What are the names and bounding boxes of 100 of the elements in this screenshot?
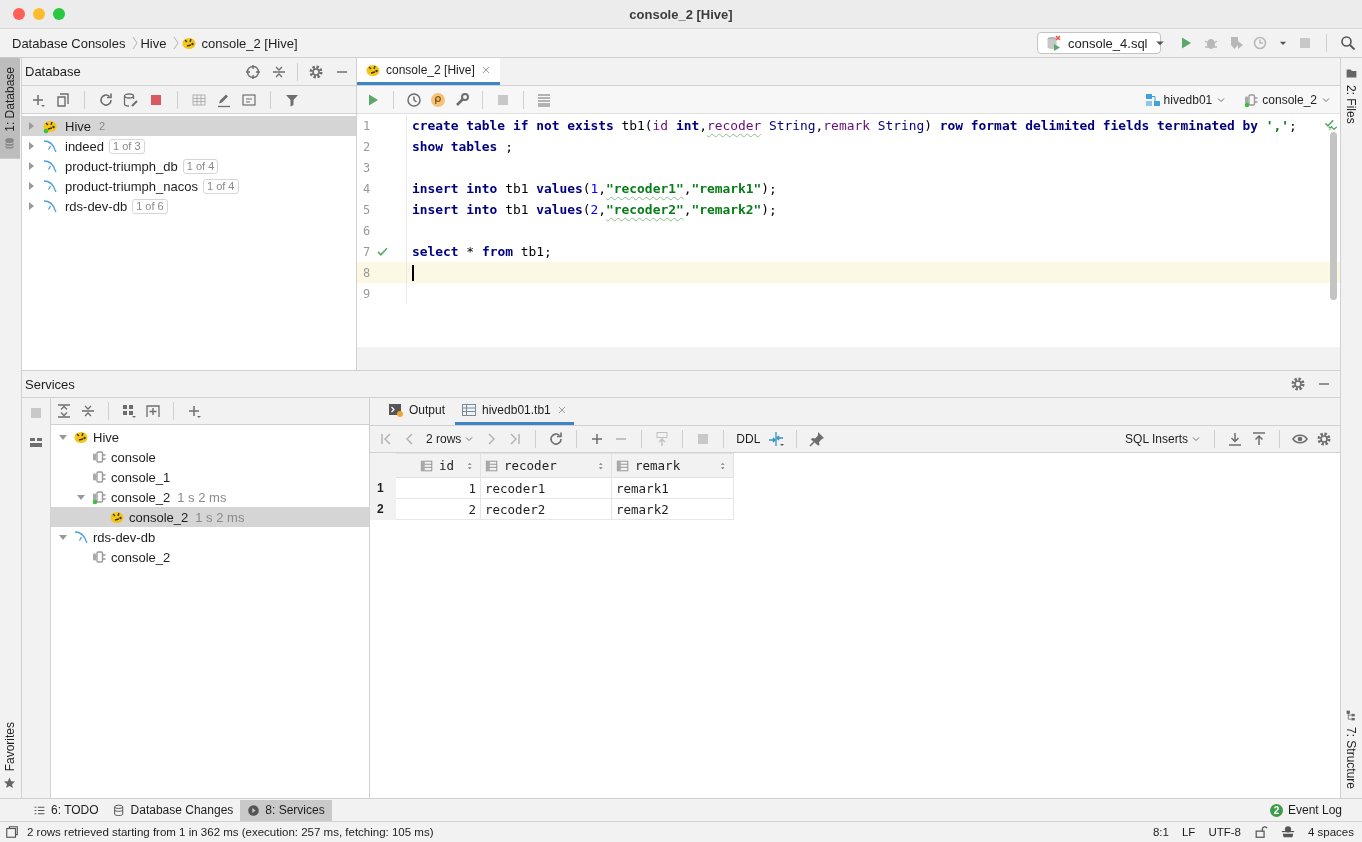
settings-icon[interactable] bbox=[1316, 431, 1332, 447]
table-cell: recoder2 bbox=[480, 498, 612, 520]
chevron-icon bbox=[172, 35, 181, 51]
console-output-icon bbox=[388, 402, 404, 418]
inspector-icon[interactable] bbox=[1280, 825, 1295, 839]
profiler-icon[interactable] bbox=[1253, 35, 1269, 51]
tree-item[interactable]: console bbox=[51, 447, 369, 467]
collapse-all-icon[interactable] bbox=[80, 403, 96, 419]
caret-position[interactable]: 8:1 bbox=[1152, 826, 1169, 838]
settings-icon[interactable] bbox=[308, 63, 324, 80]
tree-item[interactable]: console_2 bbox=[51, 547, 369, 567]
table-cell: remark1 bbox=[611, 477, 734, 499]
item-count: 1 of 3 bbox=[109, 138, 145, 154]
item-count: 1 of 6 bbox=[132, 198, 168, 214]
tree-item[interactable]: rds-dev-db bbox=[51, 527, 369, 547]
table-cell: recoder1 bbox=[480, 477, 612, 499]
tree-item[interactable]: product-triumph_db 1 of 4 bbox=[22, 156, 356, 176]
table-icon[interactable] bbox=[191, 91, 207, 108]
tool-window-button[interactable]: 8: Services bbox=[240, 799, 332, 821]
column-header[interactable]: id bbox=[395, 453, 481, 478]
session-selector[interactable]: console_2 bbox=[1243, 91, 1332, 108]
unlocked-icon[interactable] bbox=[1253, 825, 1268, 839]
database-file-icon bbox=[1046, 35, 1062, 51]
text-cursor bbox=[412, 264, 414, 281]
star-icon bbox=[3, 776, 17, 789]
tree-item[interactable]: indeed 1 of 3 bbox=[22, 136, 356, 156]
locate-icon[interactable] bbox=[245, 63, 261, 80]
line-number: 5 bbox=[363, 202, 371, 217]
indent-setting[interactable]: 4 spaces bbox=[1307, 826, 1354, 838]
refresh-icon[interactable] bbox=[98, 91, 114, 108]
breadcrumb[interactable]: console_2 [Hive] bbox=[181, 35, 298, 51]
row-number: 2 bbox=[370, 498, 396, 520]
refresh-icon[interactable] bbox=[548, 431, 565, 447]
table-cell: remark2 bbox=[611, 498, 734, 520]
result-tab[interactable]: Output bbox=[382, 398, 452, 425]
tree-item[interactable]: Hive 2 bbox=[22, 116, 356, 136]
check-icon bbox=[376, 245, 390, 258]
stop-icon[interactable] bbox=[28, 405, 44, 421]
download-icon[interactable] bbox=[1227, 431, 1243, 447]
coverage-icon[interactable] bbox=[1228, 35, 1244, 51]
code-line: insert into tb1 values(1,"recoder1","remark1"); bbox=[411, 180, 777, 198]
tree-item[interactable]: product-triumph_nacos 1 of 4 bbox=[22, 176, 356, 196]
compare-icon[interactable] bbox=[768, 431, 785, 447]
stop-icon[interactable] bbox=[1297, 35, 1313, 51]
search-icon[interactable] bbox=[1340, 35, 1356, 51]
database-icon bbox=[112, 803, 126, 817]
export-format-dropdown[interactable]: SQL Inserts bbox=[1125, 432, 1202, 446]
tree-item[interactable]: console_2 1 s 2 ms bbox=[51, 507, 369, 527]
history-icon[interactable] bbox=[406, 91, 422, 108]
tool-window-button[interactable]: Database Changes bbox=[105, 799, 241, 821]
editor-tab[interactable]: console_2 [Hive] bbox=[357, 58, 500, 85]
result-tab[interactable]: hivedb01.tb1 bbox=[455, 398, 574, 425]
add-icon[interactable] bbox=[186, 403, 202, 419]
settings-icon[interactable] bbox=[1290, 376, 1306, 392]
expand-all-icon[interactable] bbox=[56, 403, 72, 419]
tool-window-tab[interactable]: Favorites bbox=[0, 712, 20, 798]
event-log-button[interactable]: 2 Event Log bbox=[1269, 803, 1342, 817]
file-encoding[interactable]: UTF-8 bbox=[1208, 826, 1241, 838]
query-console-icon[interactable] bbox=[241, 91, 257, 108]
breadcrumb[interactable]: Database Consoles bbox=[12, 35, 126, 51]
line-number: 2 bbox=[363, 139, 371, 154]
tree-item[interactable]: console_1 bbox=[51, 467, 369, 487]
group-by-icon[interactable] bbox=[121, 403, 137, 419]
tree-item[interactable]: Hive bbox=[51, 427, 369, 447]
column-header[interactable]: remark bbox=[611, 453, 734, 478]
code-line: show tables ; bbox=[411, 138, 513, 156]
ddl-button[interactable]: DDL bbox=[736, 432, 761, 446]
bee-icon bbox=[365, 62, 381, 78]
copy-icon[interactable] bbox=[55, 91, 71, 108]
tool-window-tab[interactable]: 2: Files bbox=[1341, 58, 1361, 133]
tree-item[interactable]: console_2 1 s 2 ms bbox=[51, 487, 369, 507]
line-number: 9 bbox=[363, 286, 371, 301]
tool-window-tab[interactable]: 1: Database bbox=[0, 58, 20, 159]
add-service-icon[interactable] bbox=[145, 403, 161, 419]
wrench-icon[interactable] bbox=[454, 91, 470, 108]
run-configuration-dropdown[interactable]: console_4.sql bbox=[1037, 32, 1161, 54]
pin-icon[interactable] bbox=[809, 431, 826, 447]
parameters-icon[interactable] bbox=[430, 91, 446, 108]
play-circle-icon bbox=[247, 803, 261, 817]
submit-icon[interactable] bbox=[654, 431, 671, 447]
line-separator[interactable]: LF bbox=[1181, 826, 1196, 838]
scrollbar-thumb[interactable] bbox=[1330, 132, 1337, 300]
close-button[interactable] bbox=[13, 8, 25, 20]
tree-item[interactable]: rds-dev-db 1 of 6 bbox=[22, 196, 356, 216]
tool-window-tab[interactable]: 7: Structure bbox=[1341, 699, 1361, 798]
line-number: 8 bbox=[363, 265, 371, 280]
status-message: 2 rows retrieved starting from 1 in 362 ms (execution: 257 ms, fetching: 105 ms) bbox=[27, 826, 435, 838]
folder-icon bbox=[1344, 67, 1358, 80]
column-header[interactable]: recoder bbox=[480, 453, 612, 478]
code-line: insert into tb1 values(2,"recoder2","remark2"); bbox=[411, 201, 777, 219]
breadcrumb[interactable]: Hive bbox=[140, 35, 167, 51]
schema-selector[interactable]: hivedb01 bbox=[1144, 91, 1228, 108]
upload-icon[interactable] bbox=[1251, 431, 1267, 447]
database-tools-icon[interactable] bbox=[123, 91, 139, 108]
tool-windows-icon[interactable] bbox=[5, 825, 19, 839]
table-icon bbox=[461, 402, 478, 418]
zoom-button[interactable] bbox=[53, 8, 65, 20]
page-size-dropdown[interactable]: 2 rows bbox=[426, 432, 476, 446]
result-layout-icon[interactable] bbox=[536, 91, 552, 108]
tool-window-button[interactable]: 6: TODO bbox=[26, 799, 106, 821]
